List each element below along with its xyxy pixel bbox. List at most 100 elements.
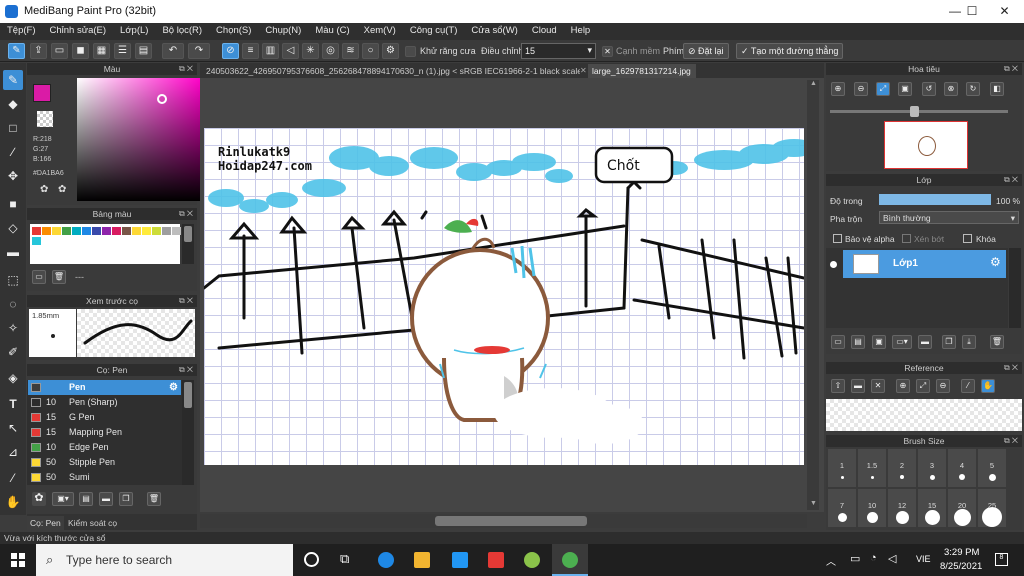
menu-layer[interactable]: Lớp(L) [113, 23, 155, 36]
brush-item[interactable]: Pen ⚙ [28, 380, 181, 395]
brush-size-cell[interactable]: 4 [948, 449, 976, 487]
reset-rotation-icon[interactable]: ⊗ [944, 82, 958, 96]
reset-button[interactable]: ⊘ Đặt lại [683, 43, 729, 59]
palette-swatch[interactable] [132, 227, 141, 235]
rotate-right-icon[interactable]: ↻ [966, 82, 980, 96]
list-icon[interactable]: ☰ [114, 43, 131, 59]
navigator-thumbnail[interactable] [884, 121, 968, 169]
doc-tab-1[interactable]: 240503622_426950795376608_25626847889417… [202, 64, 580, 78]
close-button[interactable]: ✕ [985, 0, 1024, 23]
brush-item[interactable]: 10 Pen (Sharp) [28, 395, 181, 410]
adjust-select[interactable]: 15 ▾ [521, 43, 596, 59]
reference-zoom-in-icon[interactable]: ⊕ [896, 379, 910, 393]
zoom-slider[interactable] [830, 106, 1008, 117]
reference-open-icon[interactable]: ⇧ [831, 379, 845, 393]
brush-item[interactable]: 50 Stipple Pen [28, 455, 181, 470]
layer-duplicate-icon[interactable]: ❐ [942, 335, 956, 349]
color-picker-handle[interactable] [157, 94, 167, 104]
menu-cloud[interactable]: Cloud [525, 23, 564, 36]
select-pen-icon[interactable]: ✐ [3, 342, 23, 362]
brush-item[interactable]: 15 Mapping Pen [28, 425, 181, 440]
task-view-icon[interactable]: ⧉ [340, 551, 349, 567]
palette-swatch[interactable] [112, 227, 121, 235]
cortana-icon[interactable] [304, 552, 319, 567]
menu-tools[interactable]: Công cụ(T) [403, 23, 465, 36]
menu-color[interactable]: Màu (C) [308, 23, 356, 36]
gradient-tool-icon[interactable]: ▬ [3, 242, 23, 262]
operation-tool-icon[interactable]: ↖ [3, 418, 23, 438]
move-tool-icon[interactable]: ✥ [3, 166, 23, 186]
rotate-left-icon[interactable]: ↺ [922, 82, 936, 96]
palette-swatch[interactable] [152, 227, 161, 235]
redo-icon[interactable]: ↷ [188, 43, 210, 59]
palette-swatch[interactable] [172, 227, 181, 235]
menu-edit[interactable]: Chỉnh sửa(E) [43, 23, 114, 36]
fill-tool-icon[interactable]: ■ [3, 194, 23, 214]
palette-swatch[interactable] [122, 227, 131, 235]
brush-item[interactable]: 15 G Pen [28, 410, 181, 425]
layer-folder-icon[interactable]: ▬ [918, 335, 932, 349]
notification-icon[interactable]: 8 [995, 553, 1008, 566]
pen-mode-icon[interactable]: ✎ [8, 43, 25, 59]
brush-tool-icon[interactable]: ✎ [3, 70, 23, 90]
curve-snap-icon[interactable]: ≋ [342, 43, 359, 59]
reference-hand-icon[interactable]: ✋ [981, 379, 995, 393]
soft-edge-checkbox[interactable]: ✕ [602, 46, 613, 57]
medibang-taskbar-item[interactable] [552, 544, 588, 576]
palette-swatch[interactable] [52, 227, 61, 235]
reference-fit-icon[interactable]: ⤢ [916, 379, 930, 393]
eyedropper-tool-icon[interactable]: ⁄ [3, 468, 23, 488]
reference-view[interactable] [826, 399, 1022, 431]
chrome-icon[interactable] [524, 552, 540, 568]
palette-swatch[interactable] [32, 227, 41, 235]
zoom-slider-handle[interactable] [910, 106, 919, 117]
doc-tab-2[interactable]: large_1629781317214.jpg [588, 64, 696, 78]
divide-tool-icon[interactable]: ⊿ [3, 442, 23, 462]
foreground-color-swatch[interactable] [33, 84, 51, 102]
palette-swatch[interactable] [72, 227, 81, 235]
mail-icon[interactable] [452, 552, 468, 568]
palette-swatch[interactable] [162, 227, 171, 235]
palette-swatch[interactable] [102, 227, 111, 235]
menu-help[interactable]: Help [564, 23, 598, 36]
brush-size-cell[interactable]: 5 [978, 449, 1006, 487]
vanish-snap-icon[interactable]: ◁ [282, 43, 299, 59]
brush-size-cell[interactable]: 1.5 [858, 449, 886, 487]
layer-visibility-icon[interactable] [830, 261, 837, 268]
reference-folder-icon[interactable]: ▬ [851, 379, 865, 393]
volume-icon[interactable]: ◁ [888, 552, 896, 565]
flip-icon[interactable]: ◧ [990, 82, 1004, 96]
tray-chevron-icon[interactable]: ︿ [826, 553, 836, 568]
brush-copy-icon[interactable]: ▤ [79, 492, 93, 506]
dot-tool-icon[interactable]: □ [3, 118, 23, 138]
straight-line-button[interactable]: ✓ Tạo một đường thẳng [736, 43, 844, 59]
file-explorer-icon[interactable] [414, 552, 430, 568]
blend-mode-select[interactable]: Bình thường ▾ [879, 211, 1019, 224]
layer-delete-icon[interactable]: 🗑 [990, 335, 1004, 349]
brush-add-icon[interactable]: ✿ [32, 492, 46, 506]
palette-new-icon[interactable]: ▭ [32, 270, 46, 284]
drawing-canvas[interactable]: Chốt Rinlukatk9 Hoidap247.com [204, 128, 804, 465]
opacity-slider[interactable] [879, 194, 991, 205]
tab-brush[interactable]: Cọ: Pen [27, 516, 64, 530]
lock-checkbox[interactable] [963, 234, 972, 243]
brush-size-cell[interactable]: 3 [918, 449, 946, 487]
doc-tab-1-close-icon[interactable]: ✕ [580, 66, 587, 75]
brush-menu-icon[interactable]: ▣▾ [52, 492, 74, 506]
vertical-scrollbar[interactable]: ▲ ▼ [807, 80, 819, 510]
language-indicator[interactable]: VIE [916, 554, 931, 564]
reference-zoom-out-icon[interactable]: ⊖ [936, 379, 950, 393]
palette-delete-icon[interactable]: 🗑 [52, 270, 66, 284]
palette-swatch[interactable] [82, 227, 91, 235]
taskbar-search[interactable]: ⌕ Type here to search [36, 544, 293, 576]
palette-swatch[interactable] [32, 237, 41, 245]
zoom-out-icon[interactable]: ⊖ [854, 82, 868, 96]
menu-filter[interactable]: Bộ lọc(R) [155, 23, 209, 36]
background-color-swatch[interactable] [37, 111, 53, 127]
snap-off-icon[interactable]: ⊘ [222, 43, 239, 59]
brush-size-cell[interactable]: 7 [828, 489, 856, 527]
fit-window-icon[interactable]: ⤢ [876, 82, 890, 96]
layer-row[interactable]: Lớp1 ⚙ [843, 250, 1006, 278]
grid-icon[interactable]: ▦ [93, 43, 110, 59]
layer-merge-icon[interactable]: ⤓ [962, 335, 976, 349]
